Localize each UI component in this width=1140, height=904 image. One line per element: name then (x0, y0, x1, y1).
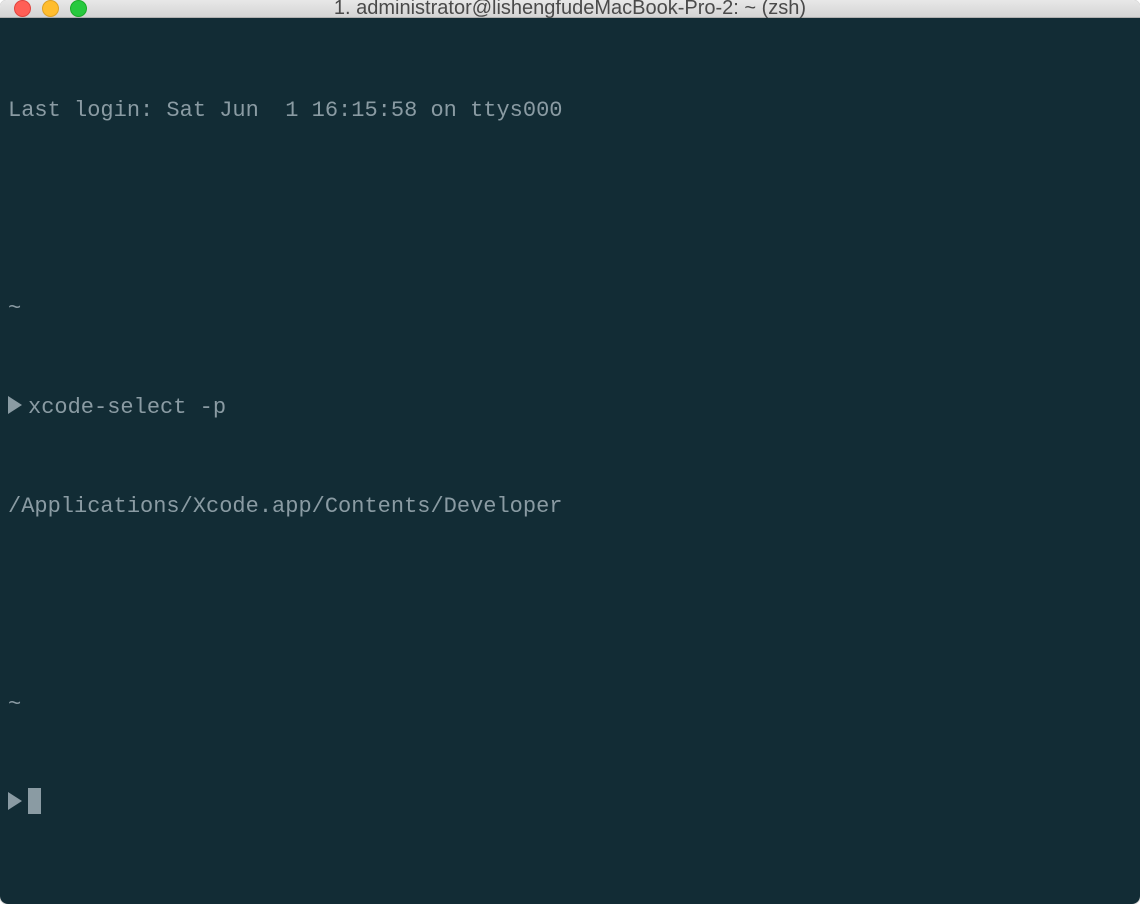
traffic-lights (14, 0, 87, 17)
maximize-button[interactable] (70, 0, 87, 17)
titlebar[interactable]: 1. administrator@lishengfudeMacBook-Pro-… (0, 0, 1140, 18)
blank-line (8, 589, 1132, 622)
prompt-line (8, 787, 1132, 820)
prompt-arrow-icon (8, 792, 22, 810)
window-title: 1. administrator@lishengfudeMacBook-Pro-… (0, 0, 1140, 20)
terminal-window: 1. administrator@lishengfudeMacBook-Pro-… (0, 0, 1140, 904)
terminal-content[interactable]: Last login: Sat Jun 1 16:15:58 on ttys00… (0, 18, 1140, 904)
command-text: xcode-select -p (28, 395, 226, 420)
prompt-line: xcode-select -p (8, 391, 1132, 424)
cwd-line: ~ (8, 292, 1132, 325)
close-button[interactable] (14, 0, 31, 17)
last-login-line: Last login: Sat Jun 1 16:15:58 on ttys00… (8, 94, 1132, 127)
minimize-button[interactable] (42, 0, 59, 17)
blank-line (8, 193, 1132, 226)
output-line: /Applications/Xcode.app/Contents/Develop… (8, 490, 1132, 523)
cwd-line: ~ (8, 688, 1132, 721)
prompt-arrow-icon (8, 396, 22, 414)
cursor (28, 788, 41, 814)
